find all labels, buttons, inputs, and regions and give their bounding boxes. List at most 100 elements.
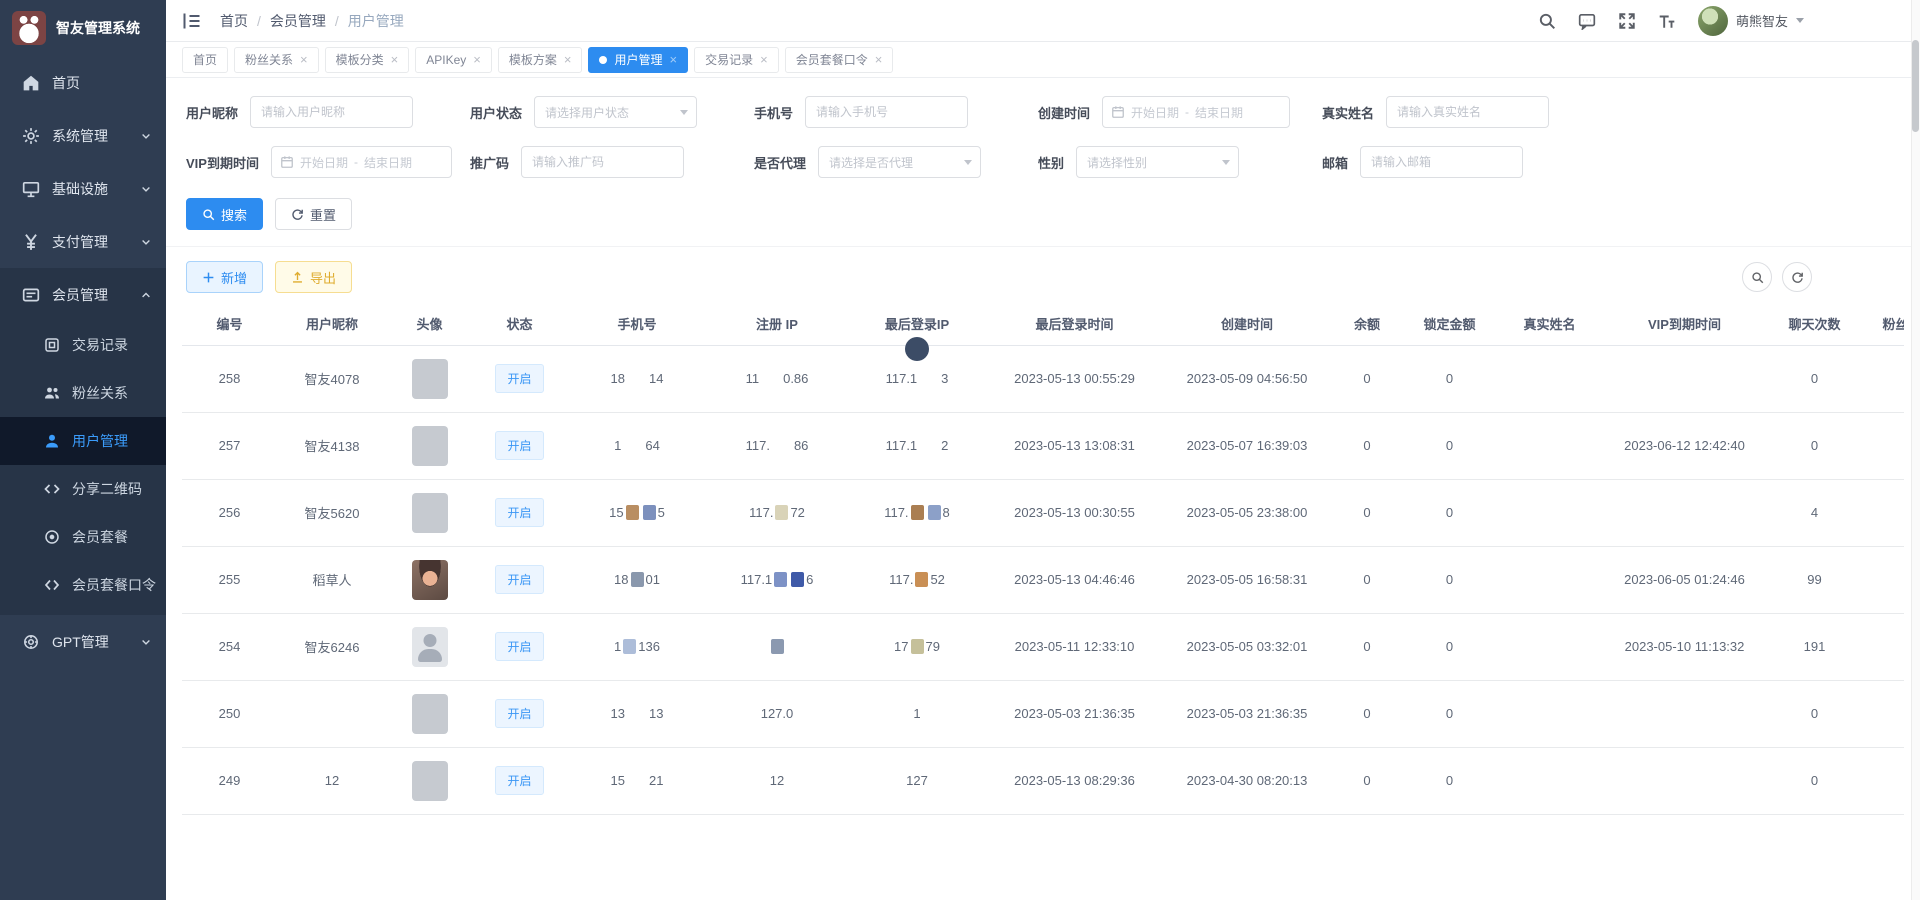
cell-id: 257 — [182, 412, 277, 479]
redacted-value: 12 — [770, 773, 784, 788]
cell-chat-count: 0 — [1767, 747, 1862, 814]
user-menu[interactable]: 萌熊智友 — [1698, 6, 1804, 36]
tab-home[interactable]: 首页 — [182, 47, 228, 73]
value-fragment: 117.1 — [886, 438, 918, 453]
menu-fold-icon[interactable] — [182, 11, 202, 31]
tab-close-icon[interactable]: × — [391, 53, 399, 66]
calendar-icon — [1111, 105, 1125, 119]
cell-fans-count — [1862, 345, 1904, 412]
search-icon[interactable] — [1538, 12, 1556, 30]
redacted-value: 117.52 — [889, 572, 945, 587]
redacted-value: 117.86 — [746, 438, 809, 453]
chevron-down-icon — [680, 110, 688, 115]
breadcrumb-separator: / — [335, 13, 339, 29]
sidebar-item-system-management[interactable]: 系统管理 — [0, 109, 166, 162]
table-row: 250开启1313127.012023-05-03 21:36:352023-0… — [182, 680, 1904, 747]
cell-chat-count: 0 — [1767, 412, 1862, 479]
tab-close-icon[interactable]: × — [564, 53, 572, 66]
sidebar-item-payment-management[interactable]: 支付管理 — [0, 215, 166, 268]
cell-register-ip: 117.72 — [707, 479, 847, 546]
filter-is-agent-select[interactable]: 请选择是否代理 — [818, 146, 981, 178]
breadcrumb-item[interactable]: 首页 — [220, 11, 248, 31]
cell-avatar — [387, 613, 472, 680]
message-icon[interactable] — [1578, 12, 1596, 30]
add-button[interactable]: 新增 — [186, 261, 263, 293]
value-fragment: 2 — [941, 438, 948, 453]
fullscreen-icon[interactable] — [1618, 12, 1636, 30]
sidebar-item-member-package[interactable]: 会员套餐 — [0, 513, 166, 561]
date-start-placeholder: 开始日期 — [1131, 104, 1179, 121]
scrollbar-thumb[interactable] — [1912, 40, 1919, 132]
sidebar-item-gpt-management[interactable]: GPT管理 — [0, 615, 166, 668]
tab-apikey[interactable]: APIKey × — [415, 47, 492, 73]
filter-nickname-input[interactable] — [250, 96, 413, 128]
search-button-label: 搜索 — [221, 205, 247, 224]
column-header: 聊天次数 — [1767, 303, 1862, 345]
filter-gender-select[interactable]: 请选择性别 — [1076, 146, 1239, 178]
tab-close-icon[interactable]: × — [669, 53, 677, 66]
filter-promo-code-input[interactable] — [521, 146, 684, 178]
sidebar-item-member-management[interactable]: 会员管理 — [0, 268, 166, 321]
sidebar-item-label: 系统管理 — [52, 126, 140, 146]
member-icon — [22, 286, 40, 304]
tab-close-icon[interactable]: × — [875, 53, 883, 66]
select-placeholder: 请选择是否代理 — [829, 154, 964, 171]
filter-user-status-select[interactable]: 请选择用户状态 — [534, 96, 697, 128]
sidebar-item-user-management[interactable]: 用户管理 — [0, 417, 166, 465]
font-size-icon[interactable] — [1658, 12, 1676, 30]
tab-label: APIKey — [426, 53, 466, 67]
filter-created-time-daterange[interactable]: 开始日期-结束日期 — [1102, 96, 1290, 128]
cell-register-ip: 127.0 — [707, 680, 847, 747]
filter-label: 手机号 — [754, 103, 793, 122]
breadcrumb-item[interactable]: 会员管理 — [270, 11, 326, 31]
sidebar-item-home[interactable]: 首页 — [0, 56, 166, 109]
tab-user-management[interactable]: 用户管理× — [588, 47, 688, 73]
sidebar-item-infrastructure[interactable]: 基础设施 — [0, 162, 166, 215]
table-refresh-button[interactable] — [1782, 262, 1812, 292]
record-icon — [44, 337, 60, 353]
value-fragment: 52 — [930, 572, 944, 587]
tab-template-category[interactable]: 模板分类× — [325, 47, 410, 73]
cell-register-ip: 110.86 — [707, 345, 847, 412]
tab-fan-relations[interactable]: 粉丝关系× — [234, 47, 319, 73]
filter-label: 创建时间 — [1038, 103, 1090, 122]
filter-email-input[interactable] — [1360, 146, 1523, 178]
tab-close-icon[interactable]: × — [300, 53, 308, 66]
cell-vip-expire-time — [1602, 345, 1767, 412]
redaction-block — [915, 572, 928, 587]
cell-last-login-time: 2023-05-13 08:29:36 — [987, 747, 1162, 814]
table-search-button[interactable] — [1742, 262, 1772, 292]
sidebar-item-fan-relations[interactable]: 粉丝关系 — [0, 369, 166, 417]
cell-status: 开启 — [472, 479, 567, 546]
redacted-value: 164 — [614, 438, 660, 453]
sidebar-item-label: 会员管理 — [52, 285, 140, 305]
sidebar-item-member-package-token[interactable]: 会员套餐口令 — [0, 561, 166, 609]
tab-template-plan[interactable]: 模板方案× — [498, 47, 583, 73]
search-button[interactable]: 搜索 — [186, 198, 263, 230]
value-fragment: 13 — [611, 706, 625, 721]
tab-label: 会员套餐口令 — [796, 51, 868, 68]
tab-member-package-token[interactable]: 会员套餐口令 × — [785, 47, 894, 73]
column-header: 余额 — [1332, 303, 1402, 345]
filter-phone-input[interactable] — [805, 96, 968, 128]
chevron-down-icon — [140, 183, 152, 195]
filter-real-name: 真实姓名 — [1322, 96, 1588, 128]
username: 萌熊智友 — [1736, 11, 1788, 30]
tab-close-icon[interactable]: × — [760, 53, 768, 66]
reset-button[interactable]: 重置 — [275, 198, 352, 230]
value-fragment: 117. — [889, 572, 913, 587]
date-start-placeholder: 开始日期 — [300, 154, 348, 171]
tab-transaction-records[interactable]: 交易记录× — [694, 47, 779, 73]
redacted-value — [769, 639, 786, 654]
table-row: 254智友6246开启113617792023-05-11 12:33:1020… — [182, 613, 1904, 680]
tab-close-icon[interactable]: × — [473, 53, 481, 66]
filter-real-name-input[interactable] — [1386, 96, 1549, 128]
vertical-scrollbar[interactable] — [1911, 0, 1920, 900]
sidebar-item-transaction-records[interactable]: 交易记录 — [0, 321, 166, 369]
sidebar-item-share-qrcode[interactable]: 分享二维码 — [0, 465, 166, 513]
toolbar-right — [1742, 262, 1900, 292]
cell-created-time: 2023-05-05 16:58:31 — [1162, 546, 1332, 613]
logo-bar: 智友管理系统 — [0, 0, 166, 56]
export-button[interactable]: 导出 — [275, 261, 352, 293]
filter-vip-expire-time-daterange[interactable]: 开始日期-结束日期 — [271, 146, 452, 178]
